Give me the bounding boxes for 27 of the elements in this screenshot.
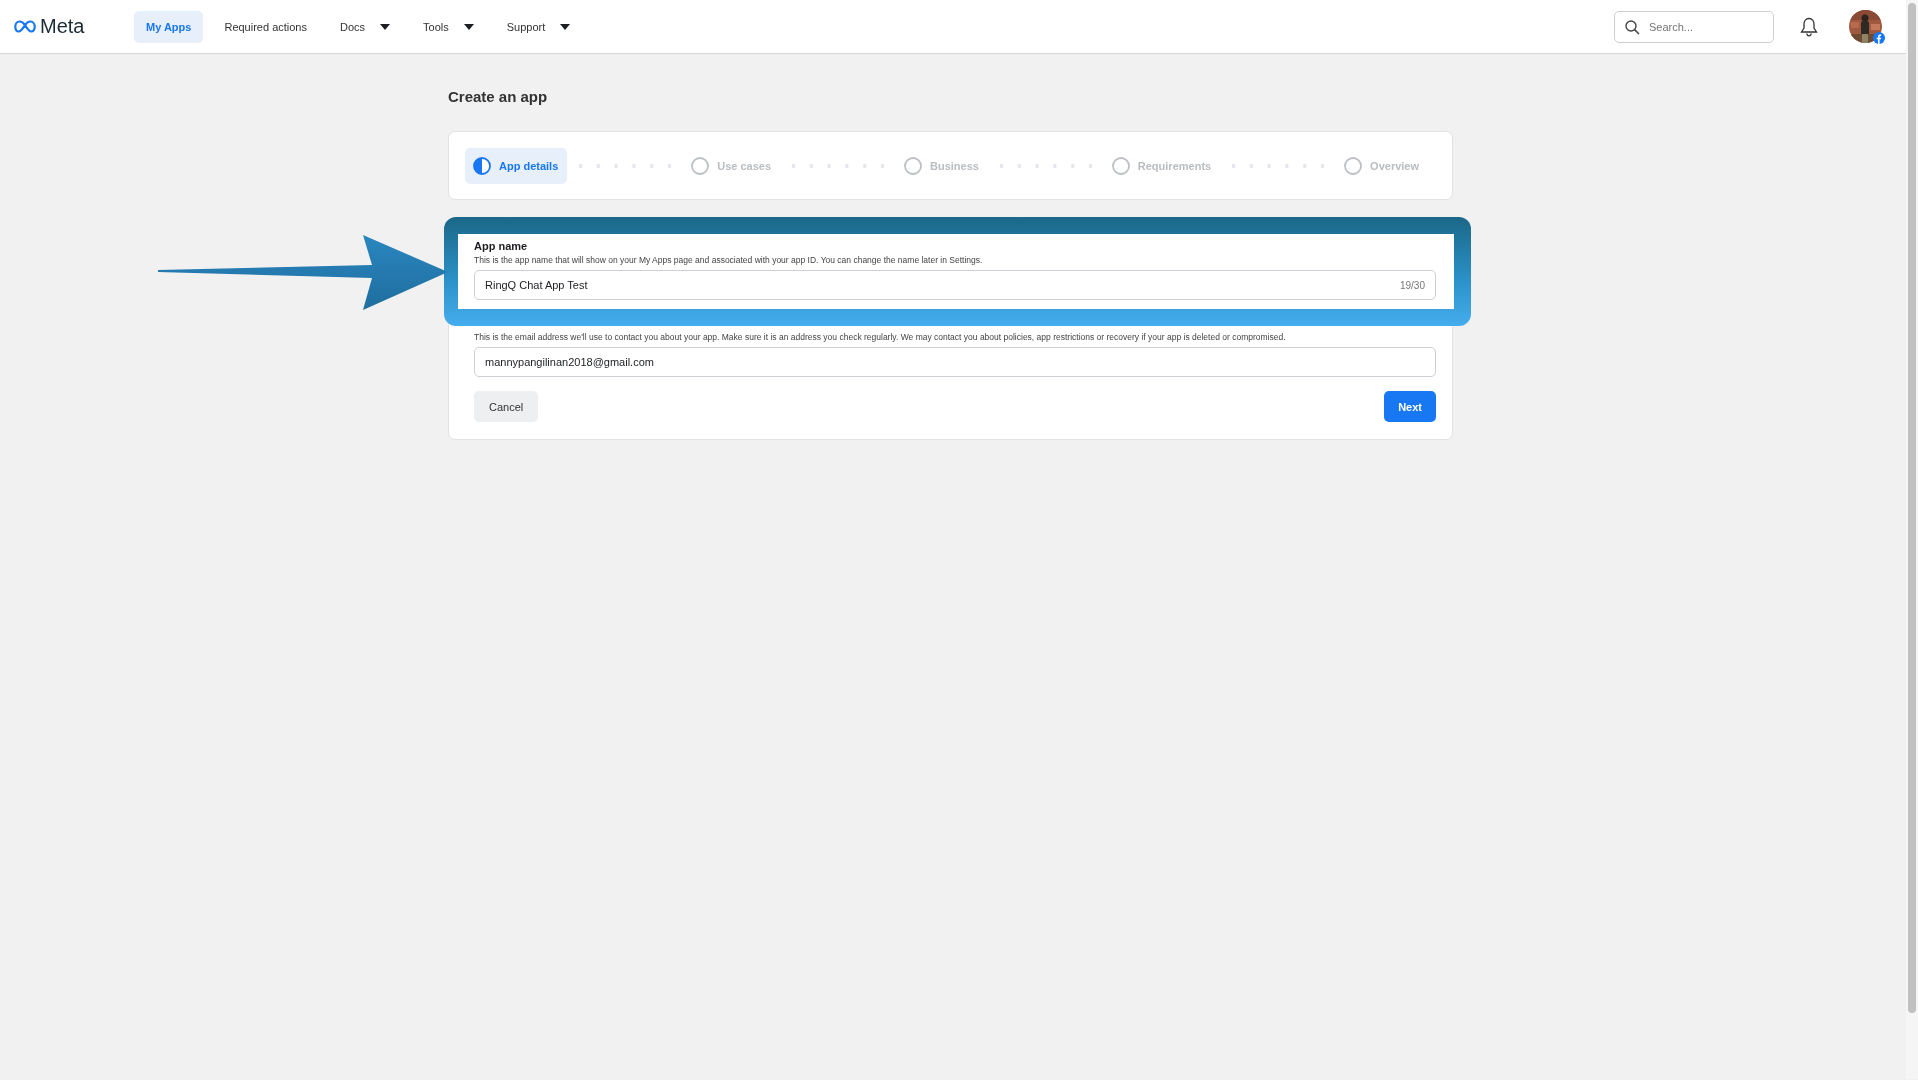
circle-icon (1344, 156, 1363, 175)
page-title: Create an app (448, 88, 549, 105)
bell-icon[interactable] (1800, 16, 1818, 37)
scrollbar[interactable] (1906, 0, 1918, 1079)
nav-tab[interactable]: Tools (411, 10, 486, 43)
circle-icon (691, 156, 710, 175)
cancel-button[interactable]: Cancel (474, 391, 539, 422)
nav-tab[interactable]: Required actions (212, 10, 319, 43)
circle-icon (1111, 156, 1130, 175)
step-item[interactable]: App details (465, 147, 568, 184)
character-counter: 19/30 (1399, 279, 1425, 291)
nav-tab[interactable]: Docs (328, 10, 403, 43)
logo-wordmark[interactable]: Meta (40, 15, 85, 38)
badge-icon (1873, 32, 1885, 44)
field-description: This is the email address we'll use to contact you about your app. Make sure it is an address you check regularly. We may contact you about policies, app restrictions or recovery if your app is deleted or compromised. (474, 331, 1287, 344)
nav-tab[interactable]: My Apps (134, 10, 204, 43)
arrow-icon (158, 235, 448, 310)
field-label: App name (474, 239, 529, 253)
search-field[interactable]: Search... (1614, 10, 1774, 43)
field-description: This is the app name that will show on your My Apps page and associated with your app ID. You can change the name later in Settings. (474, 254, 984, 267)
circle-icon (903, 156, 922, 175)
half-circle-icon (473, 156, 491, 175)
text-field[interactable]: RingQ Chat App Test 19/30 (474, 270, 1436, 300)
nav-tab[interactable]: Support (494, 10, 583, 43)
text-field[interactable]: mannypangilinan2018@gmail.com (474, 347, 1436, 377)
next-button[interactable]: Next (1384, 391, 1436, 422)
infinity-logo-icon (14, 20, 36, 33)
